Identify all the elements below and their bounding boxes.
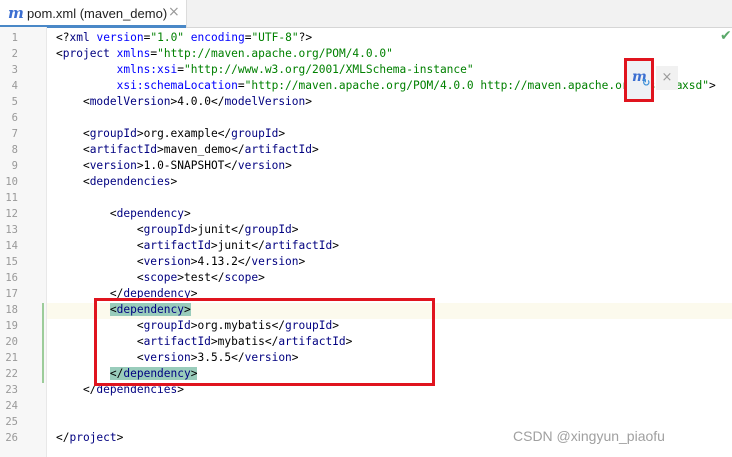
line-number: 25 [5,416,18,428]
line-number: 23 [5,384,18,396]
line-number: 15 [5,256,18,268]
line-number: 12 [5,208,18,220]
line-number: 16 [5,272,18,284]
refresh-icon: ↻ [642,78,651,89]
line-number: 2 [11,48,18,60]
tab-close-icon[interactable]: × [168,4,180,20]
line-number: 1 [11,32,18,44]
watermark: CSDN @xingyun_piaofu [513,428,665,444]
line-number: 20 [5,336,18,348]
tab-title: pom.xml (maven_demo) [27,6,168,21]
checkmark-icon: ✔ [720,28,732,44]
line-number: 4 [11,80,18,92]
line-number: 17 [5,288,18,300]
line-number: 24 [5,400,18,412]
line-number: 9 [11,160,18,172]
line-number: 10 [5,176,18,188]
maven-m-icon: m [8,4,24,22]
line-number: 26 [5,432,18,444]
line-number: 7 [11,128,18,140]
line-number: 8 [11,144,18,156]
editor-tab-bar: m pom.xml (maven_demo) × [0,0,732,28]
line-number: 21 [5,352,18,364]
line-number: 18 [5,304,18,316]
gutter-divider [46,27,47,457]
line-number: 3 [11,64,18,76]
line-number: 11 [5,192,18,204]
vcs-change-marker[interactable] [42,303,44,383]
line-number: 22 [5,368,18,380]
popup-close-icon[interactable]: × [656,66,678,90]
tab-pom-xml[interactable]: m pom.xml (maven_demo) × [0,0,187,28]
maven-reload-button[interactable]: m ↻ [624,58,654,102]
highlight-box [94,298,435,386]
line-number: 6 [11,112,18,124]
line-number: 19 [5,320,18,332]
line-number: 13 [5,224,18,236]
line-number: 5 [11,96,18,108]
line-number: 14 [5,240,18,252]
